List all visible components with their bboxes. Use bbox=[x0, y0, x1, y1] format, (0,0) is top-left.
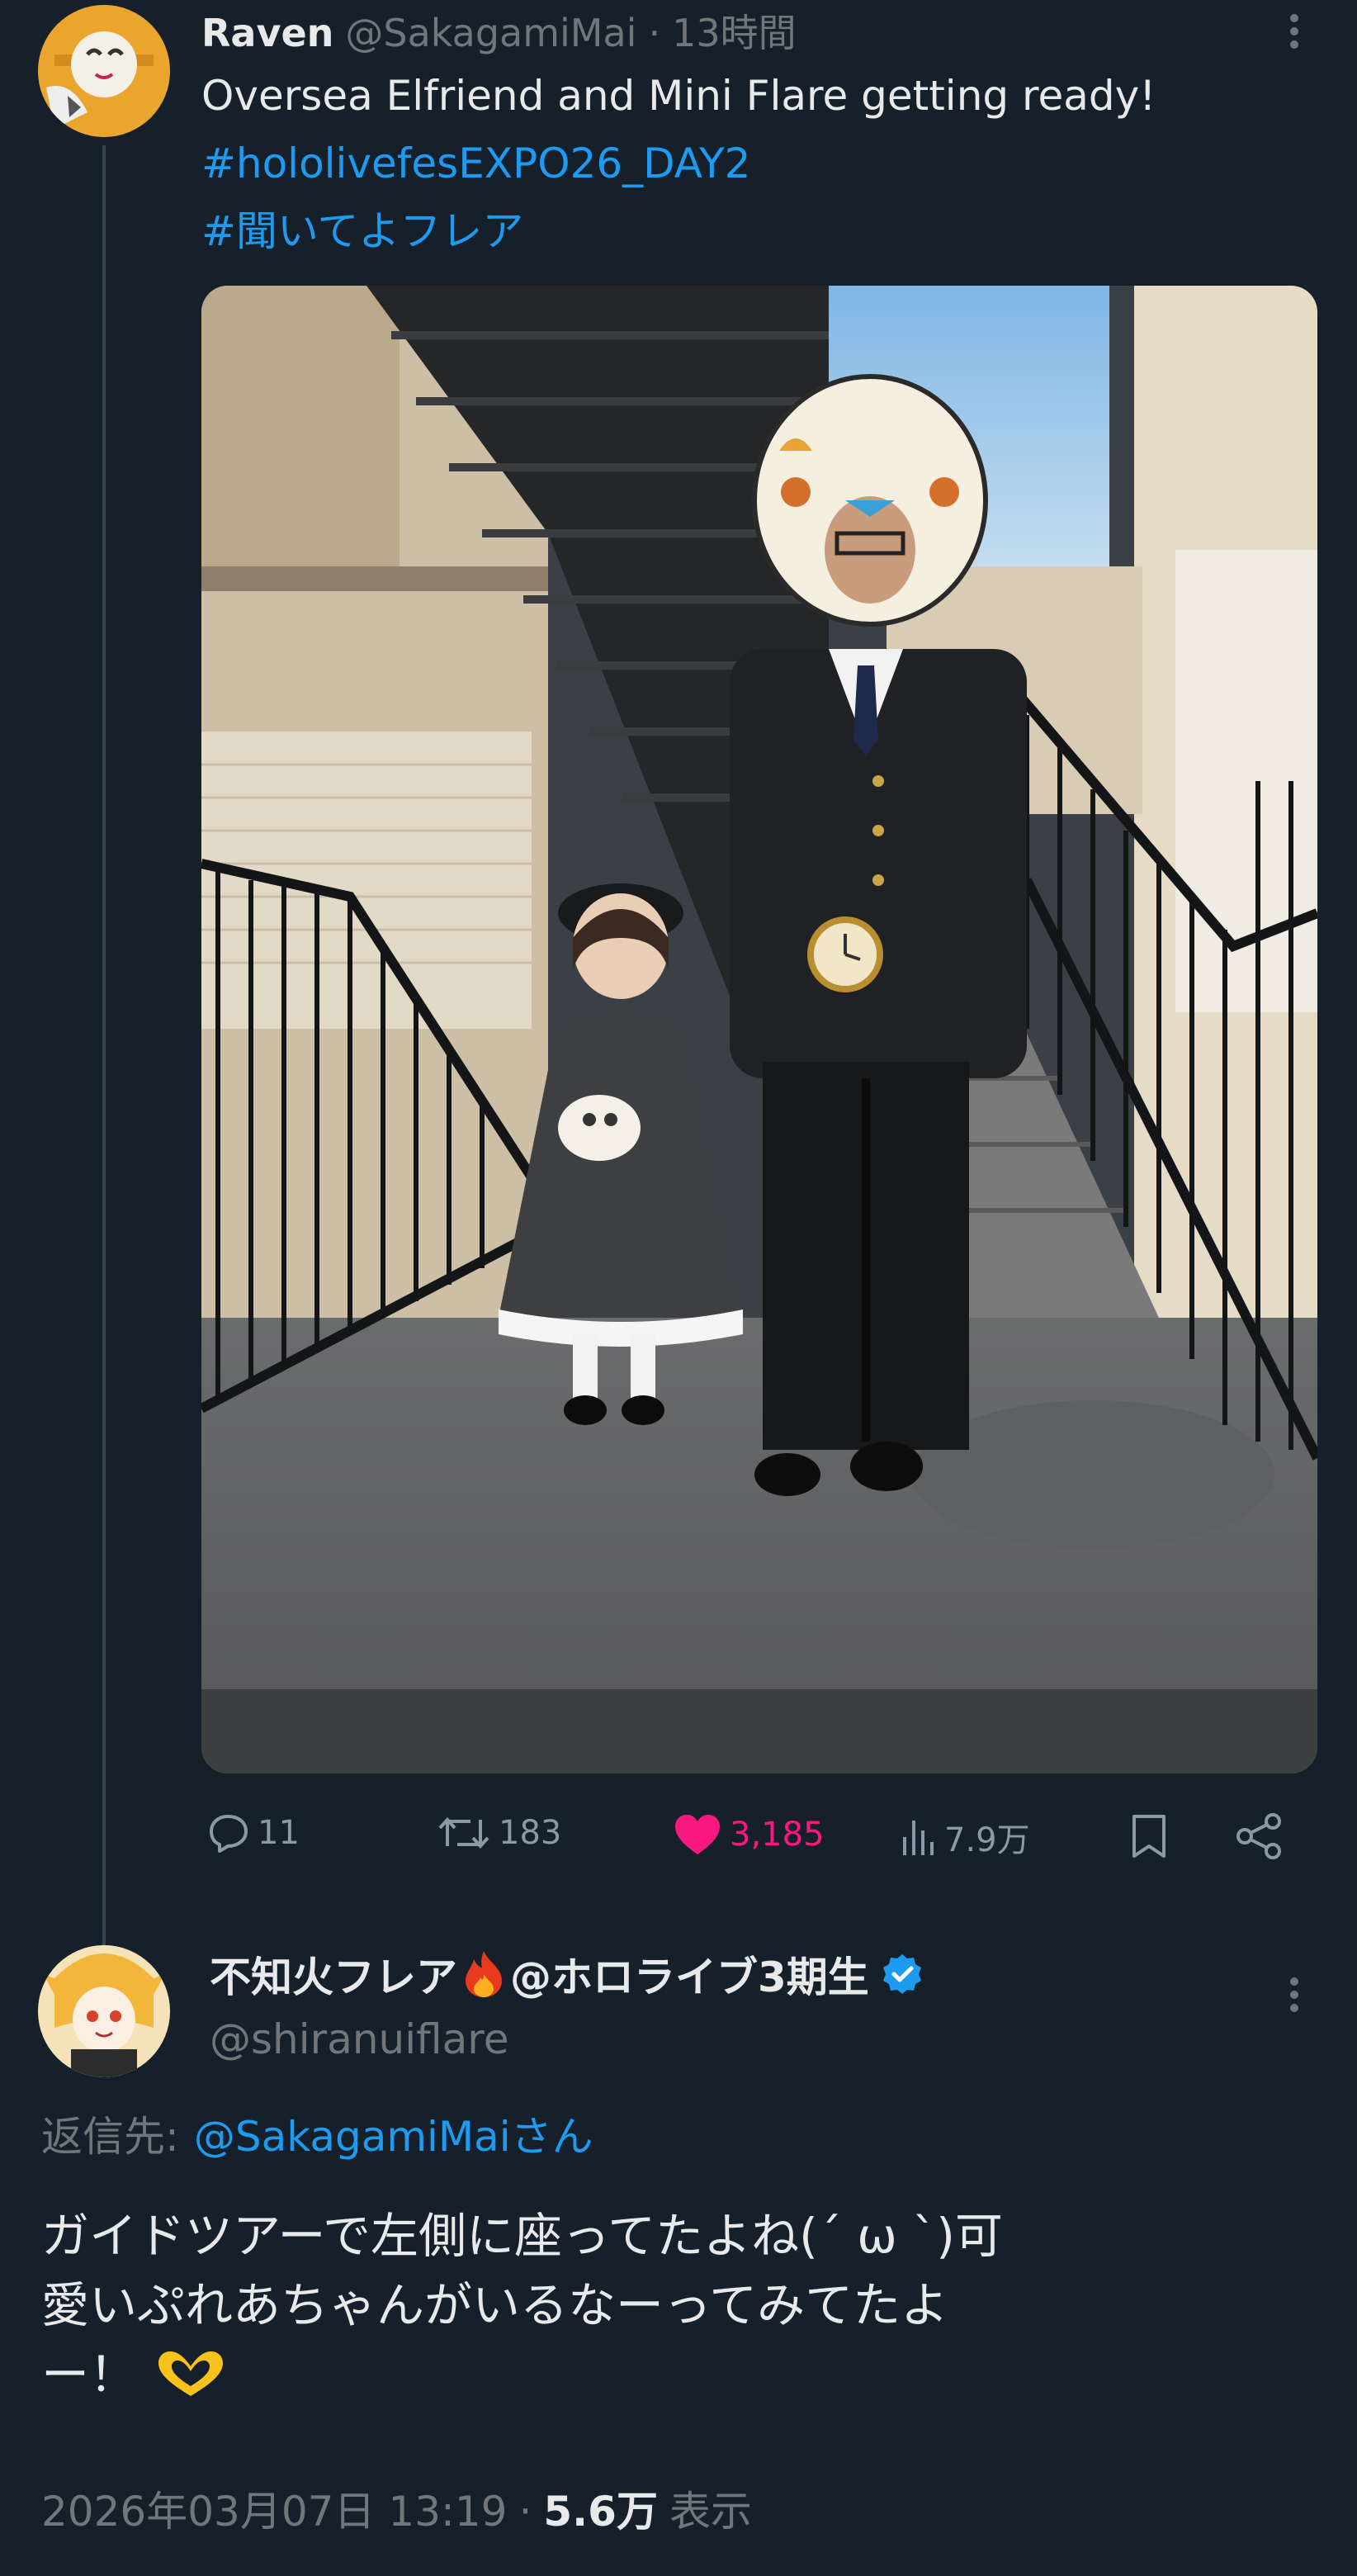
verified-icon bbox=[881, 1953, 924, 1996]
reply-author-name[interactable]: 不知火フレア bbox=[210, 1944, 457, 2004]
replying-to-handle[interactable]: @SakagamiMaiさん bbox=[194, 2110, 593, 2163]
more-icon[interactable] bbox=[1278, 1975, 1311, 2016]
share-icon[interactable] bbox=[1235, 1813, 1284, 1863]
reply-text-line: ー！ bbox=[41, 2346, 138, 2403]
like-icon bbox=[675, 1815, 720, 1854]
bookmark-icon[interactable] bbox=[1131, 1813, 1167, 1863]
thread-connector bbox=[102, 145, 106, 1949]
views-icon bbox=[903, 1821, 934, 1855]
tweet-header: Raven @SakagamiMai · 13時間 bbox=[201, 3, 797, 56]
replying-to-label: 返信先: bbox=[41, 2113, 179, 2161]
author-handle[interactable]: @SakagamiMai bbox=[345, 11, 636, 55]
tweet-text: Oversea Elfriend and Mini Flare getting … bbox=[201, 72, 1156, 120]
reply-author-suffix[interactable]: @ホロライブ3期生 bbox=[510, 1944, 869, 2004]
photo-image bbox=[201, 286, 1317, 1773]
views-button[interactable]: 7.9万 bbox=[900, 1813, 1030, 1861]
avatar-image bbox=[38, 5, 170, 137]
meta-separator: · bbox=[518, 2488, 532, 2536]
reply-count: 11 bbox=[258, 1814, 300, 1852]
reply-author-handle[interactable]: @shiranuiflare bbox=[210, 2015, 508, 2064]
author-avatar[interactable] bbox=[38, 5, 170, 137]
avatar-image bbox=[38, 1945, 170, 2077]
like-button[interactable]: 3,185 bbox=[674, 1813, 825, 1856]
retweet-button[interactable]: 183 bbox=[437, 1813, 561, 1853]
reply-views-label: 表示 bbox=[669, 2488, 752, 2536]
retweet-icon bbox=[438, 1817, 489, 1849]
author-name[interactable]: Raven bbox=[201, 11, 333, 55]
reply-text-line-3: ー！ bbox=[41, 2342, 228, 2408]
fire-icon bbox=[461, 1949, 507, 1999]
reply-meta: 2026年03月07日 13:19 · 5.6万 表示 bbox=[41, 2485, 752, 2538]
reply-timestamp[interactable]: 2026年03月07日 13:19 bbox=[41, 2485, 507, 2538]
reply-text-line: 愛いぷれあちゃんがいるなーってみてたよ bbox=[41, 2277, 949, 2333]
tweet-photo[interactable] bbox=[201, 286, 1317, 1773]
reply-views-count: 5.6万 bbox=[543, 2488, 658, 2536]
reply-author-avatar[interactable] bbox=[38, 1945, 170, 2077]
header-separator: · bbox=[648, 11, 661, 55]
hashtag-link[interactable]: #聞いてよフレア bbox=[201, 205, 523, 258]
reply-icon bbox=[210, 1815, 248, 1853]
reply-text-line: ガイドツアーで左側に座ってたよね(ˊ ω ˋ)可 bbox=[41, 2208, 1003, 2264]
heart-hands-icon bbox=[154, 2348, 228, 2401]
more-icon[interactable] bbox=[1278, 12, 1311, 53]
reply-button[interactable]: 11 bbox=[208, 1813, 300, 1853]
views-count: 7.9万 bbox=[944, 1821, 1030, 1859]
like-count: 3,185 bbox=[730, 1816, 825, 1854]
hashtag-link[interactable]: #hololivefesEXPO26_DAY2 bbox=[201, 137, 750, 190]
tweet-time[interactable]: 13時間 bbox=[672, 3, 797, 58]
retweet-count: 183 bbox=[499, 1814, 562, 1852]
replying-to: 返信先: @SakagamiMaiさん bbox=[41, 2110, 593, 2163]
reply-header: 不知火フレア @ホロライブ3期生 bbox=[210, 1947, 924, 2001]
